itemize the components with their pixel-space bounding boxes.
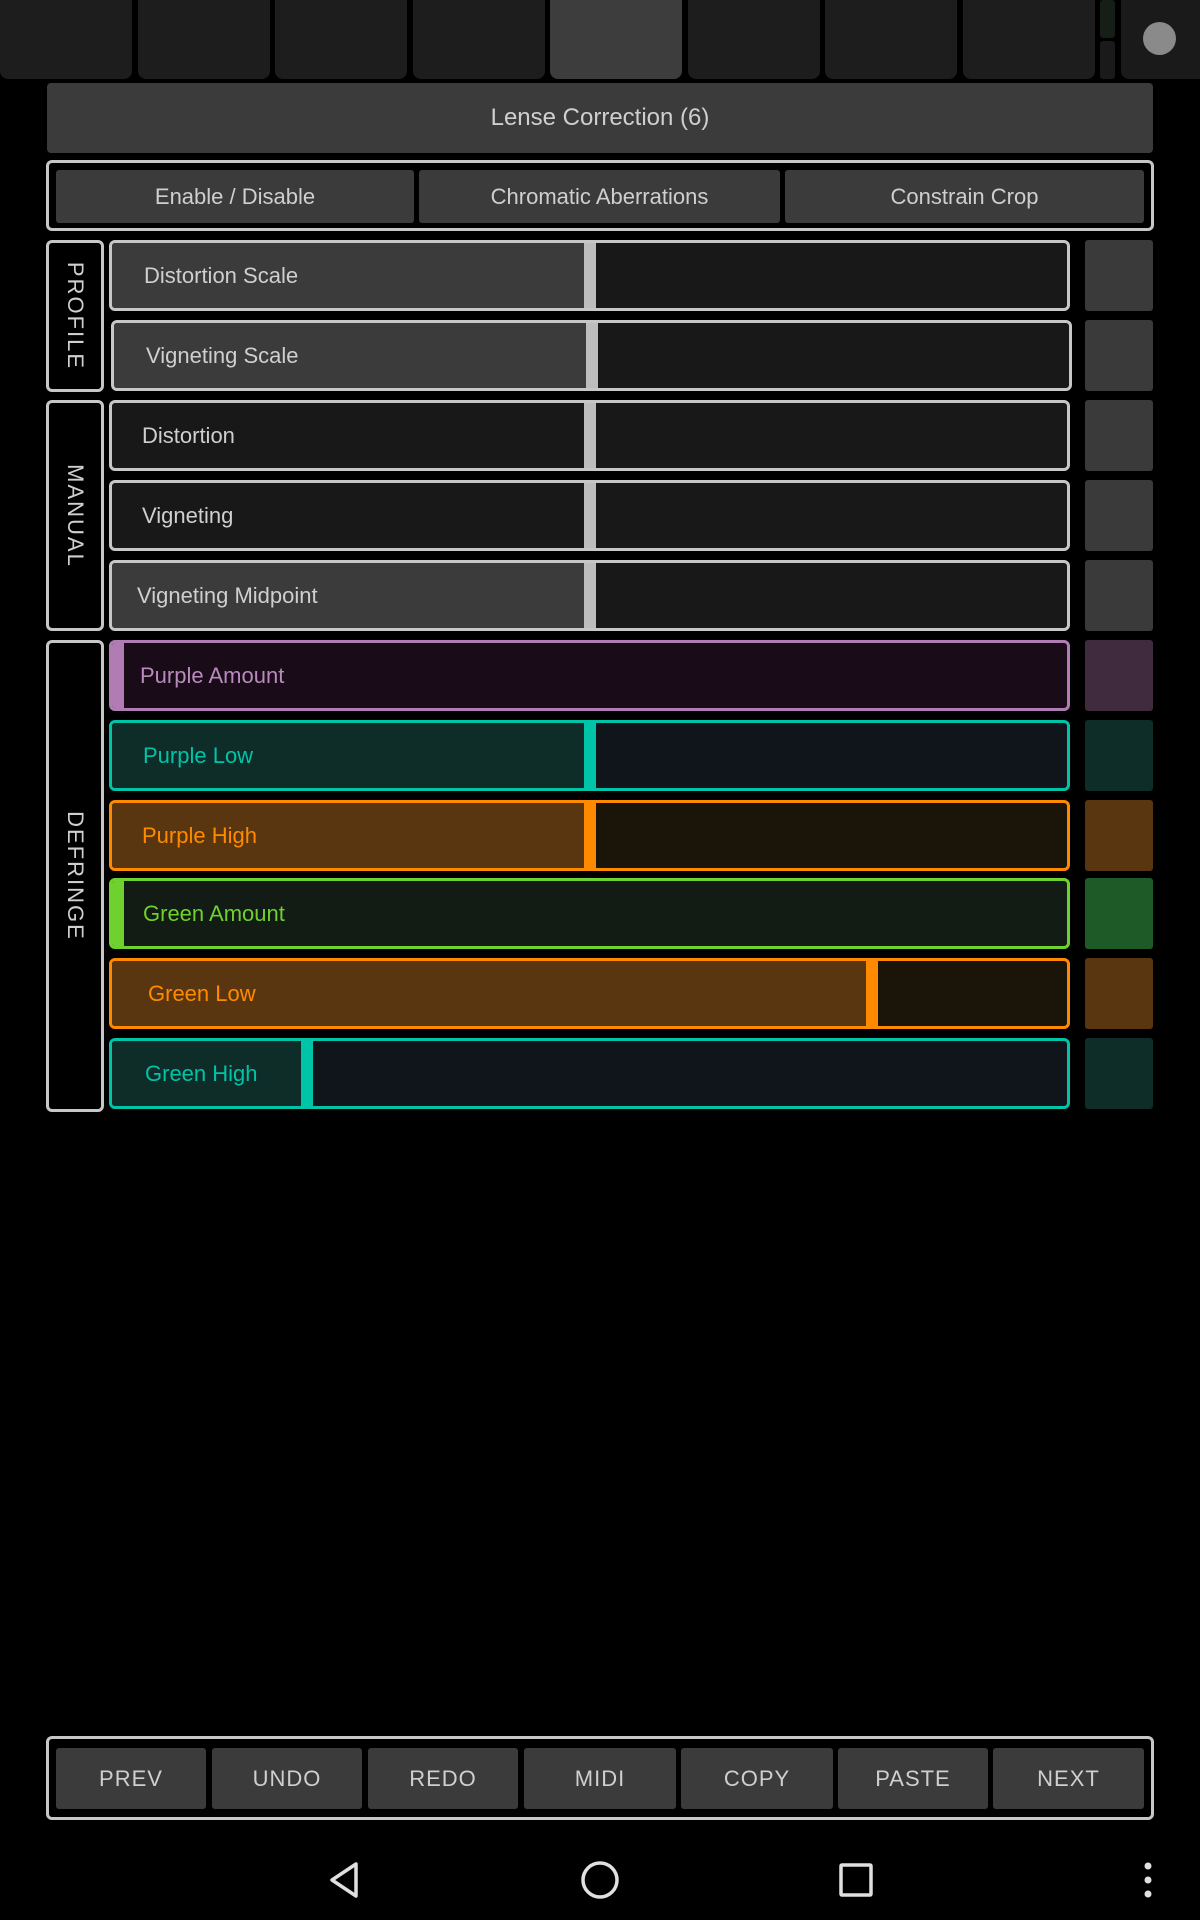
- group-profile: PROFILE: [46, 240, 104, 392]
- swatch-purple-high[interactable]: [1085, 800, 1153, 871]
- slider-handle[interactable]: [584, 483, 596, 548]
- top-tab-2[interactable]: [138, 0, 270, 79]
- slider-label: Vigneting: [142, 502, 234, 528]
- slider-distortion[interactable]: Distortion: [109, 400, 1070, 471]
- slider-label: Vigneting Scale: [146, 342, 299, 368]
- top-tab-6[interactable]: [688, 0, 820, 79]
- slider-label: Distortion: [142, 422, 235, 448]
- slider-label: Purple Amount: [140, 662, 285, 688]
- slider-handle[interactable]: [301, 1041, 313, 1106]
- slider-label: Green Low: [148, 980, 256, 1006]
- slider-handle[interactable]: [584, 563, 596, 628]
- slider-green-low[interactable]: Green Low: [109, 958, 1070, 1029]
- copy-button[interactable]: COPY: [681, 1748, 833, 1809]
- swatch-green-amount[interactable]: [1085, 878, 1153, 949]
- next-button[interactable]: NEXT: [993, 1748, 1144, 1809]
- level-meter-bottom: [1100, 41, 1115, 79]
- midi-button[interactable]: MIDI: [524, 1748, 676, 1809]
- slider-distortion-scale[interactable]: Distortion Scale: [109, 240, 1070, 311]
- slider-label: Vigneting Midpoint: [137, 582, 318, 608]
- slider-purple-high[interactable]: Purple High: [109, 800, 1070, 871]
- slider-handle[interactable]: [584, 243, 596, 308]
- slider-handle[interactable]: [586, 323, 598, 388]
- constrain-crop-button[interactable]: Constrain Crop: [785, 170, 1144, 223]
- swatch-distortion-scale[interactable]: [1085, 240, 1153, 311]
- swatch-green-low[interactable]: [1085, 958, 1153, 1029]
- slider-label: Green High: [145, 1060, 258, 1086]
- group-label-profile: PROFILE: [63, 261, 88, 371]
- slider-handle[interactable]: [866, 961, 878, 1026]
- group-manual: MANUAL: [46, 400, 104, 631]
- undo-button[interactable]: UNDO: [212, 1748, 362, 1809]
- group-label-defringe: DEFRINGE: [63, 811, 88, 941]
- slider-handle[interactable]: [112, 881, 124, 946]
- swatch-vigneting-scale[interactable]: [1085, 320, 1153, 391]
- swatch-vigneting[interactable]: [1085, 480, 1153, 551]
- slider-vigneting[interactable]: Vigneting: [109, 480, 1070, 551]
- paste-button[interactable]: PASTE: [838, 1748, 988, 1809]
- slider-purple-low[interactable]: Purple Low: [109, 720, 1070, 791]
- top-tab-7[interactable]: [825, 0, 957, 79]
- slider-label: Distortion Scale: [144, 262, 299, 288]
- slider-handle[interactable]: [584, 723, 596, 788]
- status-dot-icon[interactable]: [1143, 22, 1176, 55]
- slider-label: Purple Low: [143, 742, 254, 768]
- group-label-manual: MANUAL: [63, 463, 88, 568]
- slider-green-amount[interactable]: Green Amount: [109, 878, 1070, 949]
- swatch-vigneting-midpoint[interactable]: [1085, 560, 1153, 631]
- top-tab-5[interactable]: [550, 0, 682, 79]
- top-tab-1[interactable]: [0, 0, 132, 79]
- swatch-purple-amount[interactable]: [1085, 640, 1153, 711]
- slider-vigneting-midpoint[interactable]: Vigneting Midpoint: [109, 560, 1070, 631]
- chromatic-aberrations-button[interactable]: Chromatic Aberrations: [419, 170, 780, 223]
- prev-button[interactable]: PREV: [56, 1748, 206, 1809]
- recents-icon[interactable]: [826, 1850, 886, 1910]
- level-meter-top: [1100, 0, 1115, 38]
- slider-label: Purple High: [142, 822, 257, 848]
- slider-handle[interactable]: [584, 803, 596, 868]
- redo-button[interactable]: REDO: [368, 1748, 518, 1809]
- slider-purple-amount[interactable]: Purple Amount: [109, 640, 1070, 711]
- group-defringe: DEFRINGE: [46, 640, 104, 1112]
- slider-handle[interactable]: [584, 403, 596, 468]
- slider-vigneting-scale[interactable]: Vigneting Scale: [111, 320, 1072, 391]
- home-icon[interactable]: [570, 1850, 630, 1910]
- enable-disable-button[interactable]: Enable / Disable: [56, 170, 414, 223]
- top-tab-4[interactable]: [413, 0, 545, 79]
- back-icon[interactable]: [314, 1850, 374, 1910]
- top-tab-3[interactable]: [275, 0, 407, 79]
- slider-handle[interactable]: [112, 643, 124, 708]
- swatch-purple-low[interactable]: [1085, 720, 1153, 791]
- page-title: Lense Correction (6): [47, 83, 1153, 153]
- swatch-distortion[interactable]: [1085, 400, 1153, 471]
- top-tab-8[interactable]: [963, 0, 1095, 79]
- slider-green-high[interactable]: Green High: [109, 1038, 1070, 1109]
- more-icon[interactable]: [1118, 1850, 1178, 1910]
- slider-label: Green Amount: [143, 900, 285, 926]
- swatch-green-high[interactable]: [1085, 1038, 1153, 1109]
